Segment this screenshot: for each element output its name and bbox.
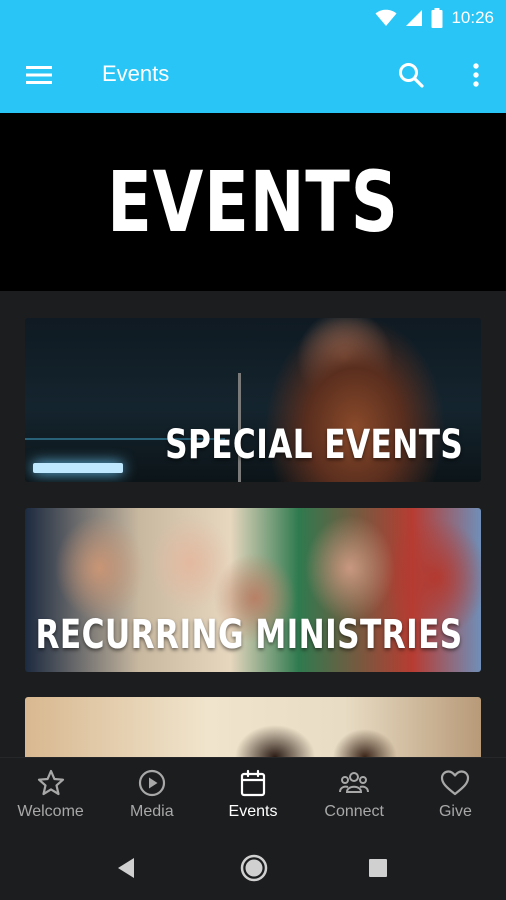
wifi-icon [375, 9, 397, 26]
battery-icon [431, 8, 443, 28]
search-icon[interactable] [396, 60, 426, 90]
nav-label-events: Events [228, 803, 278, 820]
heart-icon [441, 770, 470, 796]
stage-light [33, 463, 123, 473]
nav-label-connect: Connect [324, 803, 384, 820]
recurring-ministries-label: RECURRING MINISTRIES [35, 612, 463, 658]
nav-item-connect[interactable]: Connect [304, 758, 405, 835]
back-icon[interactable] [116, 857, 136, 879]
status-icons: 10:26 [375, 7, 494, 29]
special-events-card[interactable]: SPECIAL EVENTS [25, 318, 481, 482]
play-circle-icon [138, 769, 165, 797]
group-icon [339, 772, 370, 793]
events-screen: 10:26 Events EVENTS SPECIAL EVENTS RECUR… [0, 0, 506, 900]
events-hero-banner: EVENTS [0, 113, 506, 291]
page-title: Events [102, 61, 170, 86]
nav-label-welcome: Welcome [17, 803, 84, 820]
home-icon[interactable] [240, 854, 268, 882]
nav-item-events[interactable]: Events [202, 758, 303, 835]
nav-label-give: Give [438, 803, 472, 820]
menu-icon[interactable] [24, 60, 54, 90]
hero-title: EVENTS [107, 153, 399, 251]
special-events-label: SPECIAL EVENTS [164, 422, 463, 468]
recent-apps-icon[interactable] [369, 859, 387, 877]
star-icon [37, 769, 64, 796]
nav-label-media: Media [130, 803, 174, 820]
recurring-ministries-card[interactable]: RECURRING MINISTRIES [25, 508, 481, 672]
status-time: 10:26 [451, 8, 494, 27]
system-navigation-bar [0, 835, 506, 900]
status-bar: 10:26 [0, 0, 506, 36]
nav-item-give[interactable]: Give [405, 758, 506, 835]
calendar-icon [240, 769, 266, 797]
nav-item-welcome[interactable]: Welcome [0, 758, 101, 835]
event-card-partial[interactable] [25, 697, 481, 757]
more-vert-icon[interactable] [462, 60, 490, 90]
app-bar: Events [0, 36, 506, 113]
cellular-signal-icon [406, 10, 423, 26]
bottom-navigation: Welcome Media Events Connect Give [0, 757, 506, 835]
nav-item-media[interactable]: Media [101, 758, 202, 835]
